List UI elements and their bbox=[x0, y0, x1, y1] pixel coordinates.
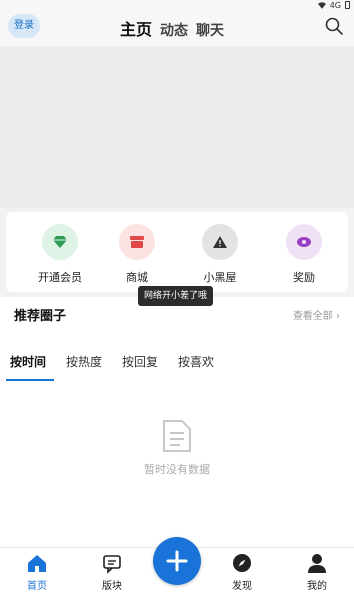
nav-discover[interactable]: 发现 bbox=[222, 552, 262, 592]
search-icon[interactable] bbox=[324, 16, 344, 36]
quick-action-reward[interactable]: 奖励 bbox=[274, 224, 334, 285]
gem-icon bbox=[42, 224, 78, 260]
quick-action-label: 商城 bbox=[126, 271, 148, 284]
quick-action-shop[interactable]: 商城 bbox=[107, 224, 167, 285]
chevron-right-icon: › bbox=[336, 311, 340, 322]
network-type-text: 4G bbox=[329, 0, 341, 10]
battery-icon bbox=[345, 1, 350, 9]
quick-actions: 开通会员 商城 小黑屋 奖励 bbox=[6, 212, 348, 292]
quick-action-membership[interactable]: 开通会员 bbox=[30, 224, 90, 285]
nav-label: 首页 bbox=[27, 581, 47, 592]
warning-icon bbox=[202, 224, 238, 260]
nav-label: 版块 bbox=[102, 581, 122, 592]
top-bar: 登录 主页 动态 聊天 bbox=[0, 10, 354, 46]
quick-action-label: 小黑屋 bbox=[203, 271, 237, 284]
status-bar: 4G bbox=[0, 0, 354, 10]
tab-home[interactable]: 主页 bbox=[120, 16, 152, 40]
login-button[interactable]: 登录 bbox=[8, 14, 40, 38]
sort-tab-like[interactable]: 按喜欢 bbox=[178, 353, 214, 370]
reward-icon bbox=[286, 224, 322, 260]
sort-tabs: 按时间 按热度 按回复 按喜欢 bbox=[10, 353, 214, 370]
empty-state-text: 暂时没有数据 bbox=[144, 463, 210, 476]
nav-label: 我的 bbox=[307, 581, 327, 592]
header-tabs: 主页 动态 聊天 bbox=[120, 16, 224, 40]
compass-icon bbox=[233, 554, 251, 572]
active-tab-indicator bbox=[6, 379, 54, 381]
wifi-icon bbox=[317, 1, 326, 9]
status-icons: 4G bbox=[317, 0, 350, 10]
nav-profile[interactable]: 我的 bbox=[297, 552, 337, 592]
nav-label: 发现 bbox=[232, 581, 252, 592]
sort-tab-hot[interactable]: 按热度 bbox=[66, 353, 102, 370]
document-icon bbox=[163, 420, 191, 452]
quick-action-label: 开通会员 bbox=[38, 271, 82, 284]
plus-icon bbox=[166, 550, 188, 572]
tab-chat[interactable]: 聊天 bbox=[196, 20, 224, 40]
circles-section: 推荐圈子 查看全部 › 按时间 按热度 按回复 按喜欢 暂时没有数据 bbox=[0, 297, 354, 547]
tab-feed[interactable]: 动态 bbox=[160, 20, 188, 40]
see-all-link[interactable]: 查看全部 › bbox=[293, 307, 340, 322]
banner-area[interactable] bbox=[0, 46, 354, 208]
shop-icon bbox=[119, 224, 155, 260]
home-icon bbox=[28, 555, 46, 572]
quick-action-label: 奖励 bbox=[293, 271, 315, 284]
section-title: 推荐圈子 bbox=[14, 309, 67, 324]
nav-home[interactable]: 首页 bbox=[17, 552, 57, 592]
see-all-label: 查看全部 bbox=[292, 311, 333, 322]
sort-tab-reply[interactable]: 按回复 bbox=[122, 353, 158, 370]
create-post-button[interactable] bbox=[153, 537, 201, 585]
person-icon bbox=[308, 554, 326, 573]
chat-bubble-icon bbox=[103, 555, 121, 574]
network-error-toast: 网络开小差了哦 bbox=[138, 286, 214, 306]
nav-boards[interactable]: 版块 bbox=[92, 552, 132, 592]
quick-action-blacklist[interactable]: 小黑屋 bbox=[190, 224, 250, 285]
sort-tab-time[interactable]: 按时间 bbox=[10, 353, 46, 370]
